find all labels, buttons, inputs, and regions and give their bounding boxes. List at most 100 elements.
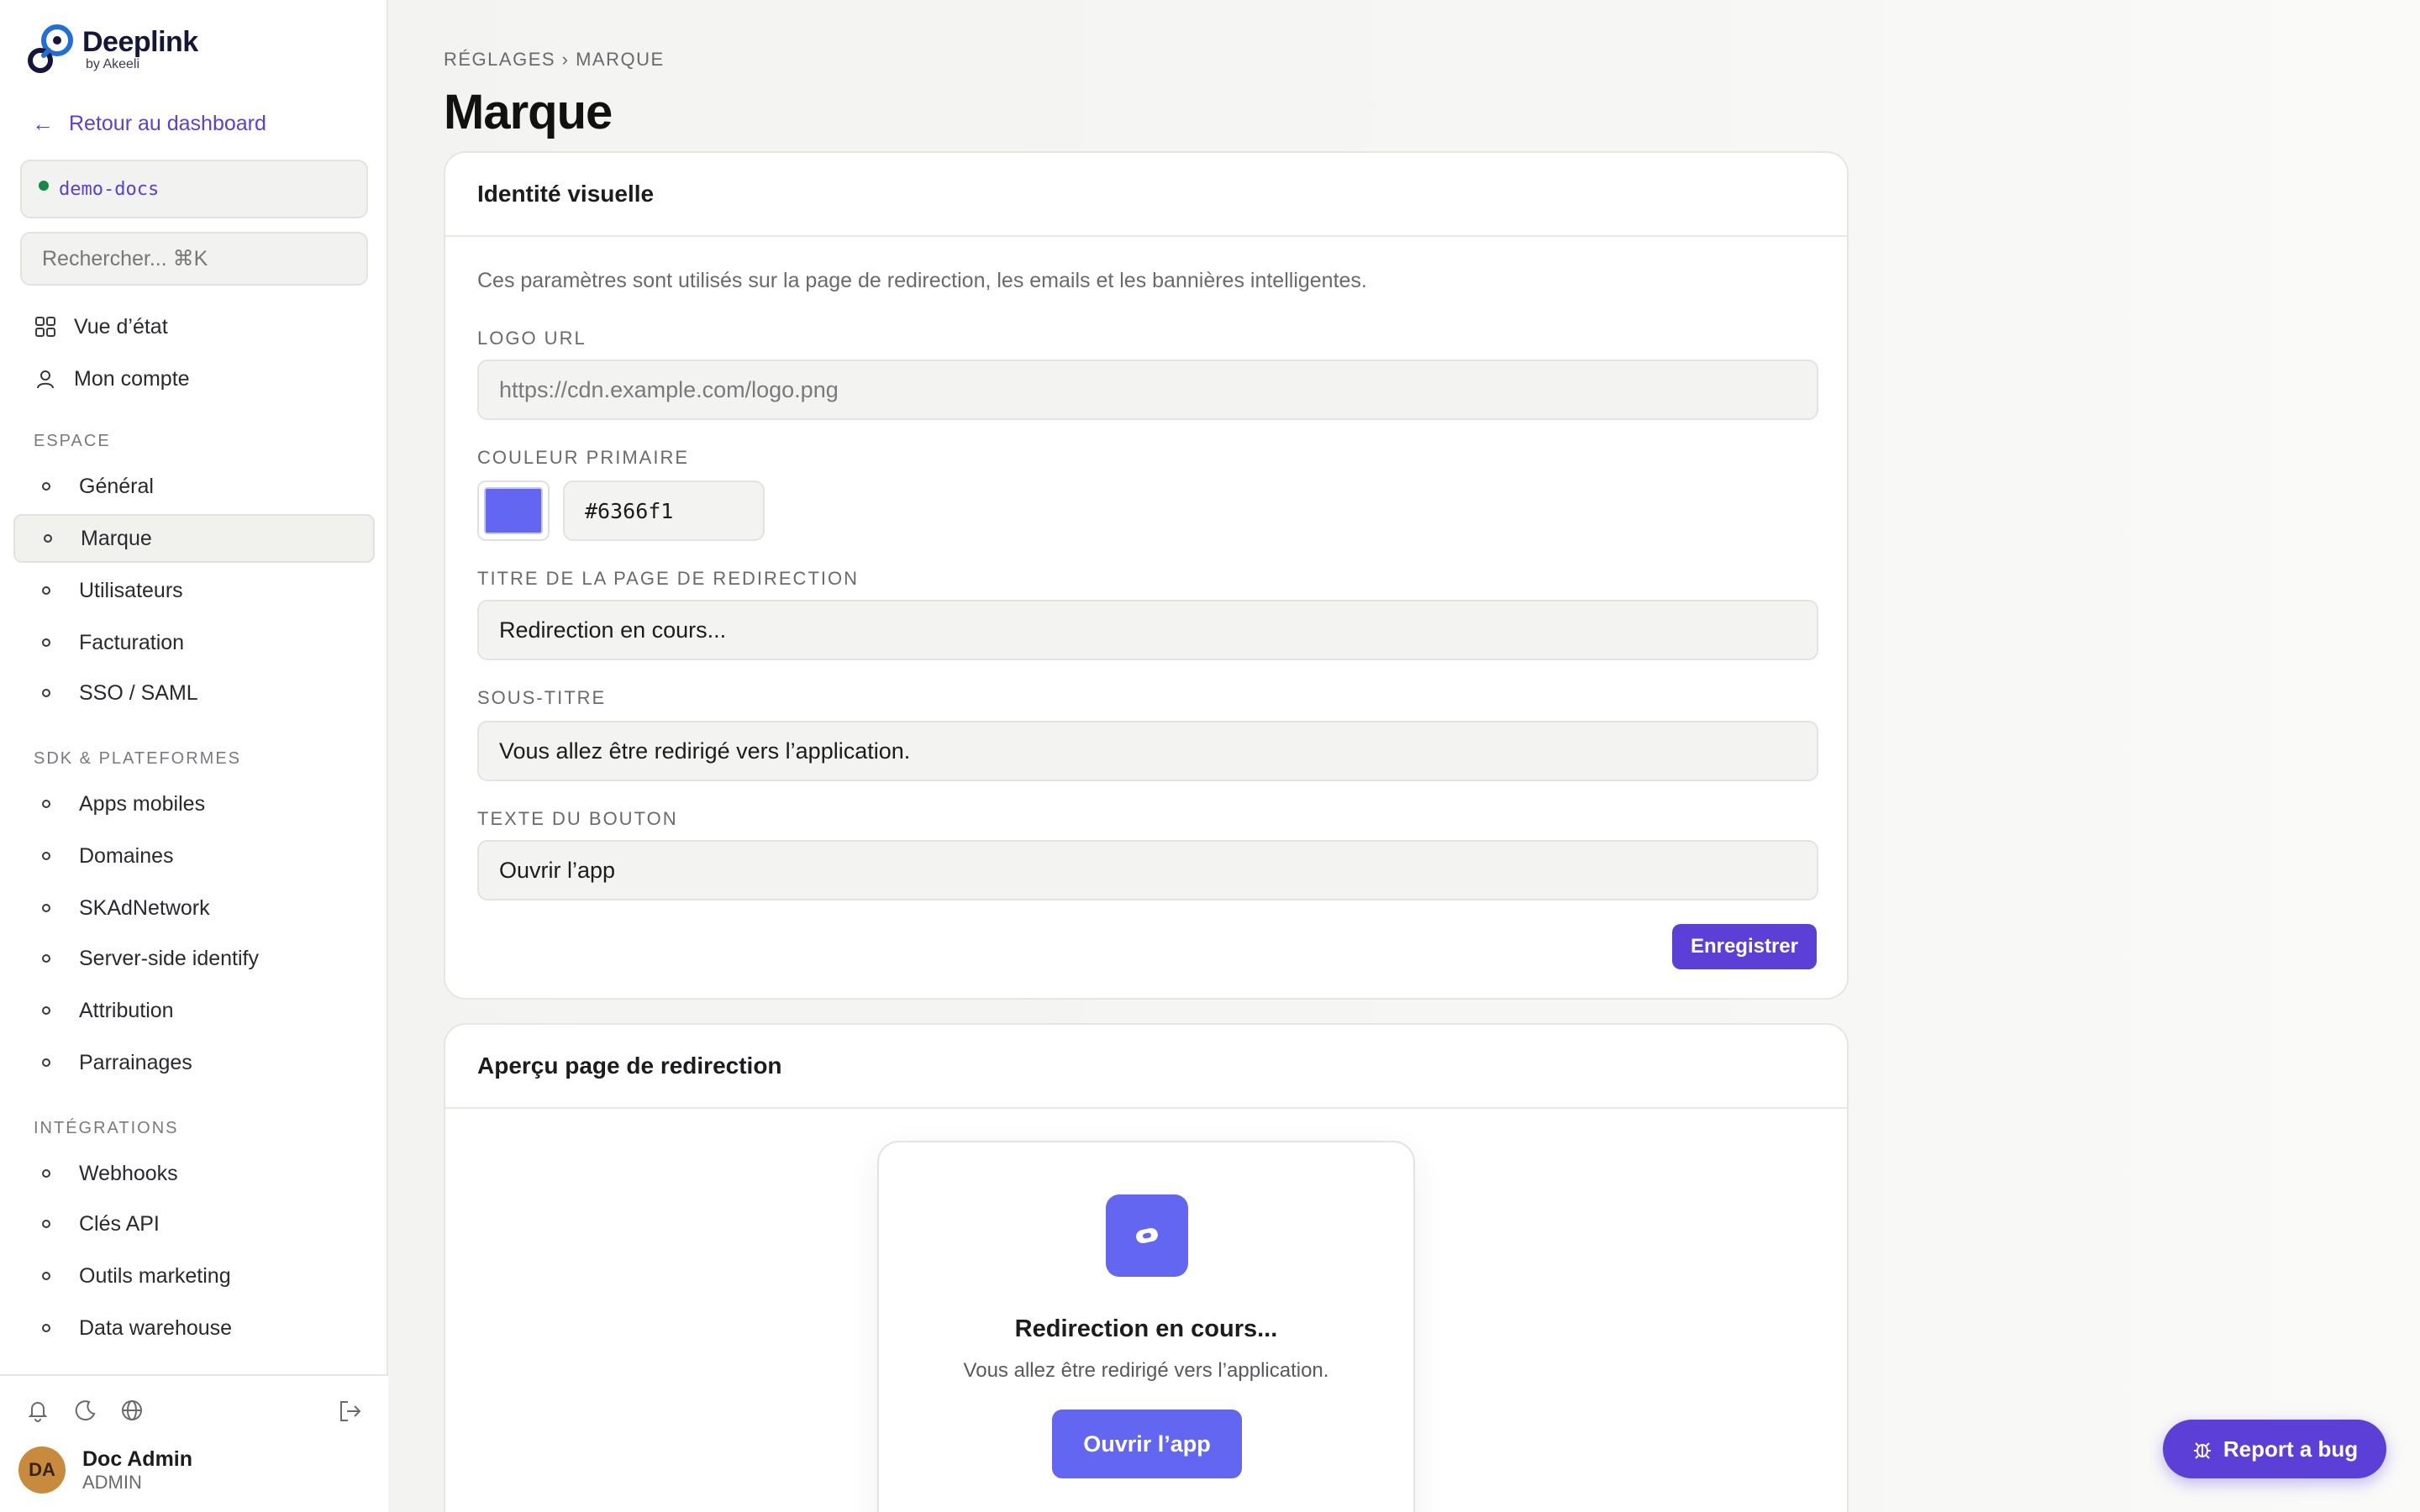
button-text-label: TEXTE DU BOUTON <box>477 808 678 829</box>
bullet-icon <box>42 1324 50 1332</box>
back-link-label: Retour au dashboard <box>69 112 266 135</box>
user-profile[interactable]: DA Doc Admin ADMIN <box>18 1446 192 1494</box>
color-picker[interactable] <box>477 480 550 541</box>
card-title: Aperçu page de redirection <box>477 1053 782 1079</box>
moon-icon[interactable] <box>72 1398 97 1423</box>
sidebar-item-billing[interactable]: Facturation <box>13 618 375 667</box>
workspace-name: demo-docs <box>59 178 160 200</box>
bullet-icon <box>42 689 50 697</box>
main-content: RÉGLAGES › MARQUE Marque Identité visuel… <box>388 0 2420 1512</box>
sidebar-item-label: Mon compte <box>74 366 190 391</box>
sidebar-item-status[interactable]: Vue d’état <box>13 302 375 351</box>
brand[interactable]: Deeplink by Akeeli <box>24 20 198 79</box>
bullet-icon <box>42 1169 50 1178</box>
report-bug-button[interactable]: Report a bug <box>2163 1420 2386 1478</box>
subtitle-input[interactable] <box>477 721 1818 781</box>
redirect-title-label: TITRE DE LA PAGE DE REDIRECTION <box>477 568 859 589</box>
sidebar-item-webhooks[interactable]: Webhooks <box>13 1149 375 1198</box>
bullet-icon <box>42 904 50 912</box>
preview-open-app-button[interactable]: Ouvrir l’app <box>1052 1410 1242 1478</box>
redirect-preview: Redirection en cours... Vous allez être … <box>877 1141 1415 1512</box>
sidebar-item-label: Utilisateurs <box>79 578 183 602</box>
redirect-title-input[interactable] <box>477 600 1818 660</box>
brand-name: Deeplink <box>82 26 198 58</box>
sidebar-item-api-keys[interactable]: Clés API <box>13 1200 375 1248</box>
visual-identity-card: Identité visuelle Ces paramètres sont ut… <box>444 151 1849 1000</box>
sidebar-item-label: SKAdNetwork <box>79 895 210 920</box>
sidebar-item-sso[interactable]: SSO / SAML <box>13 669 375 717</box>
sidebar-item-label: Facturation <box>79 630 185 654</box>
status-dot-icon <box>39 181 49 191</box>
primary-color-hex-input[interactable] <box>563 480 765 541</box>
bullet-icon <box>42 954 50 963</box>
subtitle-label: SOUS-TITRE <box>477 687 607 708</box>
bug-icon <box>2193 1442 2211 1459</box>
sidebar-item-label: Outils marketing <box>79 1263 231 1288</box>
sidebar-footer: DA Doc Admin ADMIN <box>0 1374 388 1512</box>
sidebar-item-domains[interactable]: Domaines <box>13 832 375 880</box>
sidebar-item-referrals[interactable]: Parrainages <box>13 1038 375 1087</box>
bell-icon[interactable] <box>25 1398 50 1423</box>
bullet-icon <box>42 852 50 860</box>
bullet-icon <box>42 1272 50 1280</box>
sidebar-item-marketing-tools[interactable]: Outils marketing <box>13 1252 375 1300</box>
logo-url-label: LOGO URL <box>477 328 587 349</box>
sidebar-item-label: Apps mobiles <box>79 791 206 816</box>
brand-subtitle: by Akeeli <box>86 57 140 71</box>
user-role: ADMIN <box>82 1472 142 1493</box>
preview-subtitle: Vous allez être redirigé vers l’applicat… <box>963 1359 1329 1382</box>
bullet-icon <box>42 800 50 808</box>
section-label-integrations: INTÉGRATIONS <box>34 1119 179 1137</box>
report-bug-label: Report a bug <box>2223 1436 2359 1462</box>
logo-url-input[interactable] <box>477 360 1818 420</box>
bullet-icon <box>42 1220 50 1228</box>
sidebar-item-general[interactable]: Général <box>13 462 375 511</box>
sidebar-item-users[interactable]: Utilisateurs <box>13 566 375 615</box>
globe-icon[interactable] <box>119 1398 145 1423</box>
grid-icon <box>34 315 57 339</box>
sidebar-item-mobile-apps[interactable]: Apps mobiles <box>13 780 375 828</box>
button-text-input[interactable] <box>477 840 1818 900</box>
page-title: Marque <box>444 85 613 139</box>
sidebar-item-server-side[interactable]: Server-side identify <box>13 934 375 983</box>
user-name: Doc Admin <box>82 1447 193 1471</box>
workspace-selector[interactable]: demo-docs <box>20 160 368 218</box>
card-title: Identité visuelle <box>477 181 655 207</box>
avatar: DA <box>18 1446 66 1494</box>
arrow-left-icon: ← <box>32 111 54 136</box>
back-to-dashboard-link[interactable]: ← Retour au dashboard <box>32 111 266 137</box>
sidebar-item-label: Server-side identify <box>79 946 259 970</box>
bullet-icon <box>42 586 50 595</box>
sidebar-item-label: Clés API <box>79 1211 160 1236</box>
preview-logo-icon <box>1106 1194 1188 1277</box>
sidebar-item-label: Data warehouse <box>79 1315 233 1340</box>
breadcrumb: RÉGLAGES › MARQUE <box>444 49 665 70</box>
sidebar-item-attribution[interactable]: Attribution <box>13 986 375 1035</box>
sidebar-search-input[interactable] <box>20 232 368 286</box>
bullet-icon <box>42 482 50 491</box>
color-swatch-fill <box>484 487 543 534</box>
primary-color-label: COULEUR PRIMAIRE <box>477 447 690 468</box>
sidebar-item-label: SSO / SAML <box>79 680 198 705</box>
section-label-sdk: SDK & PLATEFORMES <box>34 749 242 768</box>
sidebar: Deeplink by Akeeli ← Retour au dashboard… <box>0 0 388 1512</box>
sidebar-item-label: Marque <box>81 526 152 550</box>
preview-title: Redirection en cours... <box>1014 1315 1278 1342</box>
sidebar-item-label: Domaines <box>79 843 174 868</box>
sidebar-item-label: Attribution <box>79 998 174 1022</box>
user-icon <box>34 367 57 391</box>
redirect-preview-card: Aperçu page de redirection Redirection e… <box>444 1023 1849 1512</box>
save-button[interactable]: Enregistrer <box>1671 924 1817 969</box>
sidebar-item-data-warehouse[interactable]: Data warehouse <box>13 1304 375 1352</box>
card-description: Ces paramètres sont utilisés sur la page… <box>477 269 1367 292</box>
sidebar-item-label: Général <box>79 474 154 498</box>
bullet-icon <box>42 1006 50 1015</box>
section-label-espace: ESPACE <box>34 432 111 450</box>
deeplink-logo-icon <box>28 24 73 73</box>
sidebar-item-skadnetwork[interactable]: SKAdNetwork <box>13 884 375 932</box>
bullet-icon <box>42 1058 50 1067</box>
sidebar-item-account[interactable]: Mon compte <box>13 354 375 403</box>
sidebar-item-label: Webhooks <box>79 1161 178 1185</box>
sidebar-item-brand[interactable]: Marque <box>13 514 375 563</box>
logout-icon[interactable] <box>336 1398 363 1425</box>
